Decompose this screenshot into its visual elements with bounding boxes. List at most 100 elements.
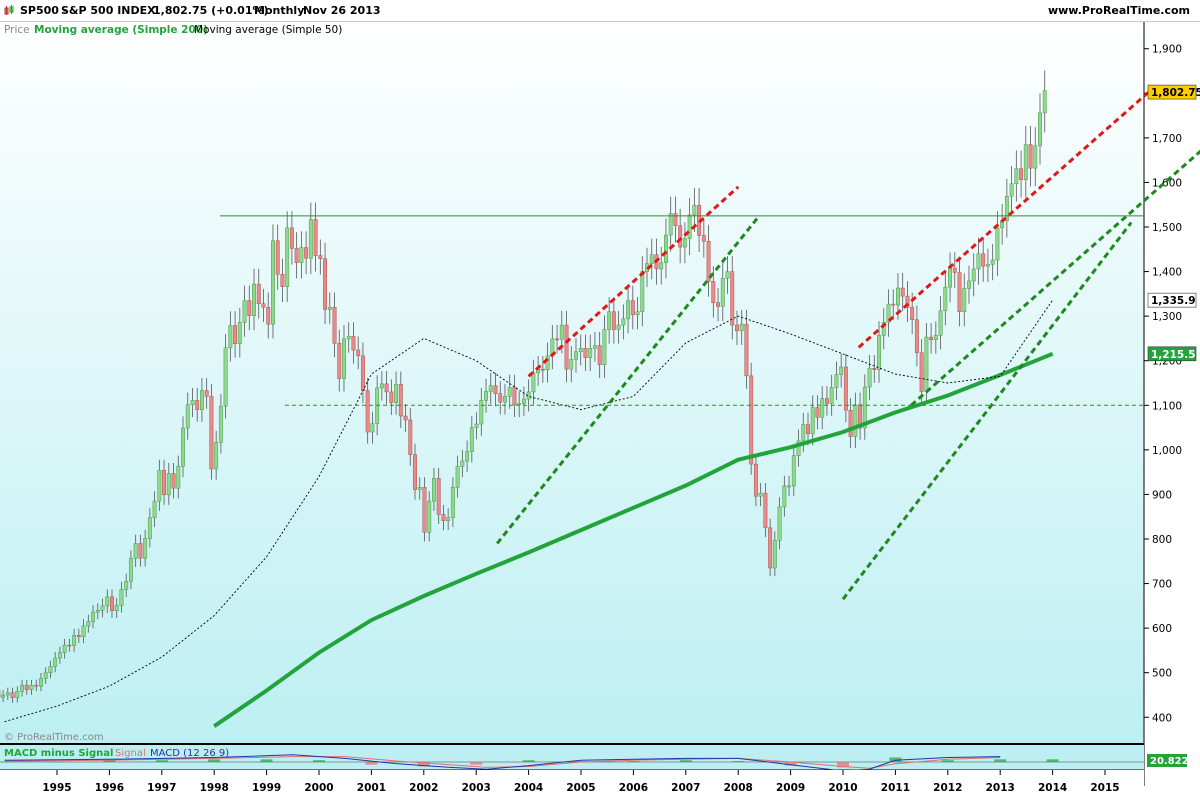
candle-down: [289, 227, 294, 249]
candle-up: [185, 404, 190, 429]
candle-up: [176, 466, 181, 489]
candle-up: [72, 635, 77, 646]
y-tick-label: 1,700: [1152, 133, 1182, 145]
candle-down: [744, 323, 749, 377]
x-tick-label: 2004: [514, 782, 543, 794]
candle-down: [716, 302, 720, 307]
price-panel-background: [0, 22, 1144, 744]
candle-up: [640, 271, 645, 312]
x-tick-label: 2008: [724, 782, 753, 794]
candle-up: [616, 324, 621, 330]
candle-down: [735, 324, 739, 332]
candle-up: [668, 213, 673, 236]
candle-down: [360, 355, 365, 391]
candle-down: [678, 225, 683, 248]
candle-down: [753, 463, 758, 497]
candle-up: [133, 543, 138, 559]
candle-up: [81, 625, 86, 637]
x-tick-label: 2013: [986, 782, 1015, 794]
candle-down: [204, 390, 209, 397]
candle-down: [763, 492, 768, 529]
candle-down: [275, 240, 280, 275]
ma50-badge-label: 1,335.9: [1151, 295, 1196, 307]
candle-up: [1, 694, 6, 698]
candle-down: [768, 527, 773, 569]
candle-up: [1042, 90, 1047, 114]
candle-up: [299, 247, 304, 263]
candle-up: [777, 506, 782, 541]
candle-up: [166, 473, 171, 496]
candle-up: [569, 359, 574, 370]
candle-up: [128, 558, 133, 582]
candle-up: [427, 500, 432, 533]
candle-up: [20, 684, 24, 692]
candle-up: [758, 492, 763, 497]
macd-legend-signal: Signal: [115, 748, 146, 759]
candle-up: [181, 427, 185, 467]
candle-up: [507, 387, 512, 397]
macd-histogram-bar: [1046, 759, 1059, 762]
candle-up: [649, 254, 654, 264]
candle-down: [162, 470, 167, 496]
candle-up: [971, 268, 976, 282]
candle-up: [943, 286, 948, 312]
candle-down: [422, 487, 427, 533]
candle-up: [720, 278, 725, 307]
macd-histogram-bar: [0, 762, 11, 763]
candle-down: [261, 303, 266, 308]
y-tick-label: 500: [1152, 668, 1172, 680]
candle-down: [356, 349, 361, 357]
candle-up: [124, 581, 129, 590]
x-tick-label: 2011: [881, 782, 910, 794]
candle-down: [872, 368, 877, 370]
candle-down: [512, 387, 517, 406]
legend-ma50: Moving average (Simple 50): [194, 24, 342, 36]
candle-down: [1028, 144, 1033, 169]
candle-down: [900, 287, 905, 297]
candle-down: [843, 366, 848, 411]
candle-down: [195, 400, 200, 410]
candle-down: [815, 407, 820, 418]
candle-up: [446, 517, 451, 521]
candle-up: [1014, 168, 1019, 185]
candle-down: [824, 398, 829, 404]
candle-up: [687, 214, 692, 239]
candle-up: [488, 385, 493, 392]
chart-area[interactable]: 4005006007008009001,0001,1001,2001,3001,…: [0, 0, 1200, 800]
candle-down: [384, 383, 389, 393]
macd-value-label: 20.822: [1150, 756, 1189, 767]
candle-up: [896, 287, 900, 306]
macd-histogram-bar: [522, 760, 535, 762]
candle-down: [436, 478, 441, 515]
candle-up: [465, 451, 470, 462]
candle-up: [152, 500, 157, 518]
macd-legend-hist: MACD minus Signal: [4, 748, 113, 759]
candle-up: [948, 267, 952, 288]
candle-up: [105, 596, 110, 607]
x-tick-label: 1997: [147, 782, 176, 794]
candle-down: [256, 283, 261, 304]
candle-up: [242, 300, 247, 323]
x-tick-label: 2009: [776, 782, 805, 794]
y-tick-label: 700: [1152, 579, 1172, 591]
candle-down: [408, 419, 413, 456]
candle-up: [588, 347, 593, 358]
candle-up: [531, 372, 536, 393]
x-tick-label: 2010: [828, 782, 857, 794]
candle-up: [602, 329, 607, 365]
x-tick-label: 2000: [304, 782, 333, 794]
candle-up: [342, 338, 346, 379]
candle-down: [10, 692, 15, 698]
candle-up: [86, 621, 91, 627]
candle-up: [327, 306, 332, 310]
candle-down: [952, 267, 957, 273]
x-tick-label: 2012: [933, 782, 962, 794]
candle-up: [370, 423, 375, 433]
x-tick-label: 2001: [357, 782, 386, 794]
candle-up: [503, 396, 507, 403]
macd-histogram-bar: [260, 759, 273, 762]
candle-up: [853, 404, 858, 437]
candle-up: [460, 460, 465, 467]
macd-histogram-bar: [679, 760, 692, 762]
candle-up: [5, 692, 10, 696]
